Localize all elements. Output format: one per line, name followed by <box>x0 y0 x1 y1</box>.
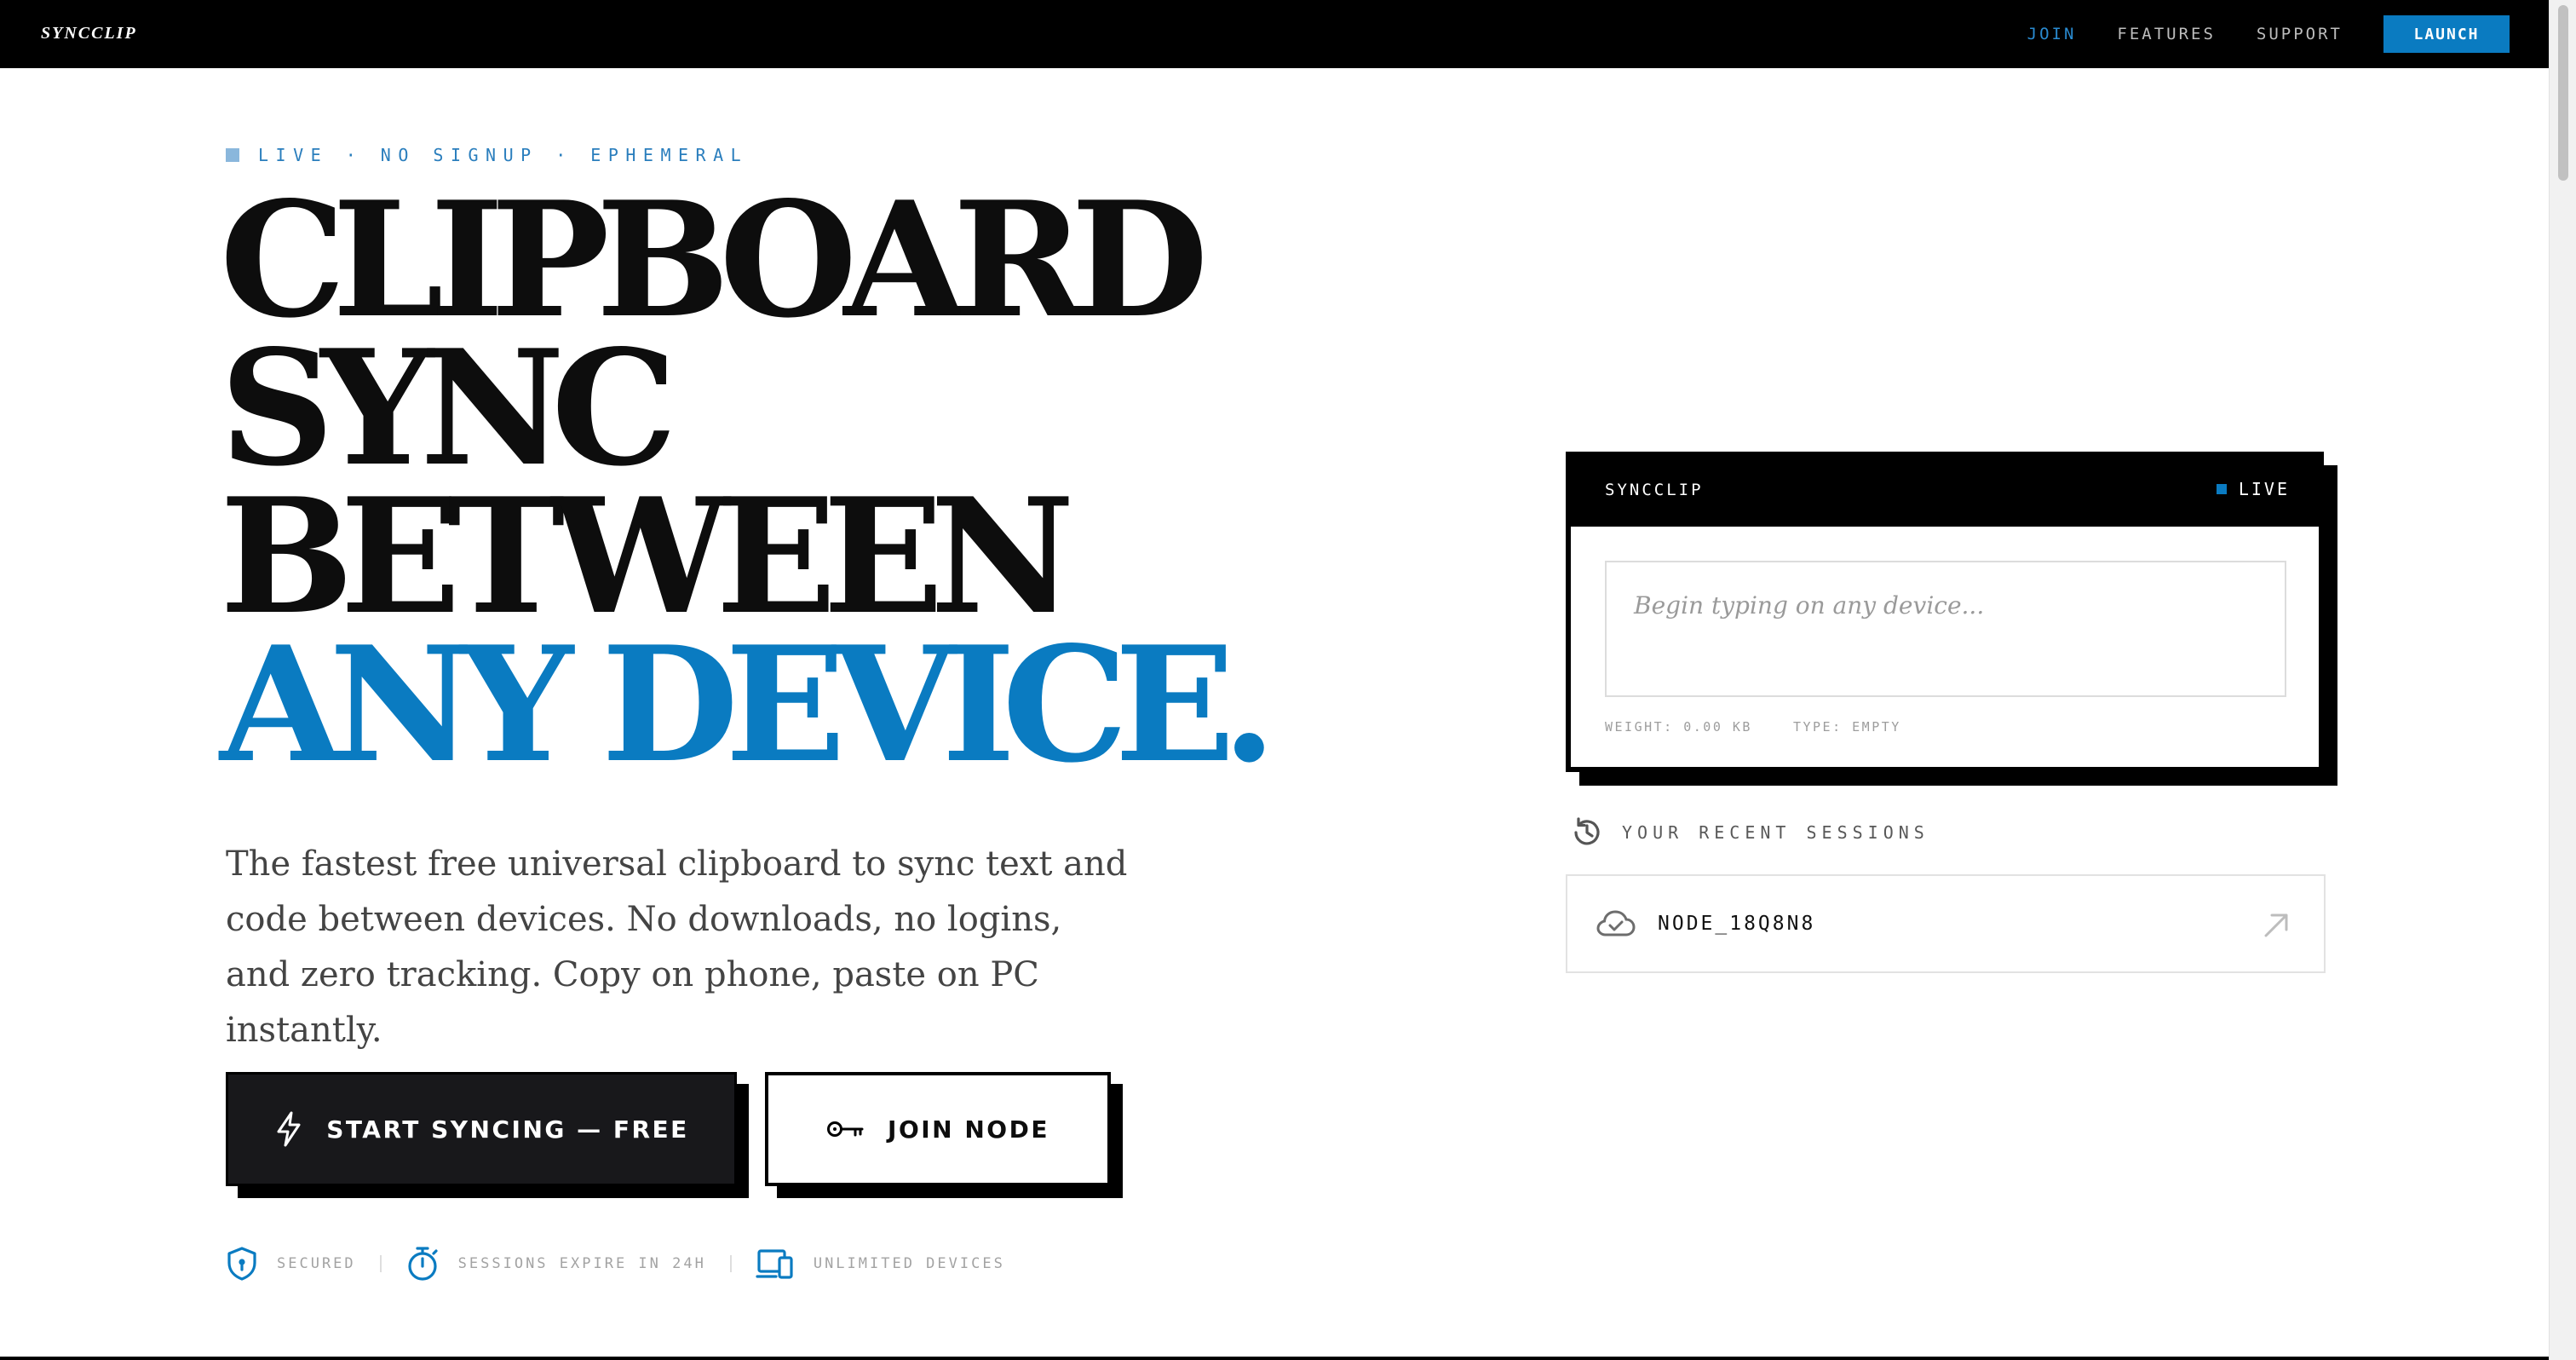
nav-link-join[interactable]: JOIN <box>2027 25 2077 43</box>
lightning-icon <box>277 1111 301 1147</box>
badge-sessions-expire: SESSIONS EXPIRE IN 24H <box>405 1245 706 1282</box>
recent-sessions-header: YOUR RECENT SESSIONS <box>1569 814 1929 851</box>
clipboard-weight: WEIGHT: 0.00 KB <box>1605 719 1752 735</box>
session-name: NODE_18Q8N8 <box>1658 913 1816 935</box>
widget-title: SYNCCLIP <box>1605 481 1704 499</box>
scrollbar-track[interactable] <box>2549 0 2576 1360</box>
clipboard-type: TYPE: EMPTY <box>1792 719 1901 735</box>
hero-description: The fastest free universal clipboard to … <box>226 844 1128 1050</box>
session-item[interactable]: NODE_18Q8N8 <box>1566 874 2326 973</box>
history-icon <box>1574 817 1600 845</box>
badge-secured: SECURED <box>226 1246 356 1282</box>
badge-divider <box>729 1255 732 1272</box>
join-node-label: JOIN NODE <box>888 1115 1049 1144</box>
live-indicator-icon <box>2216 484 2227 494</box>
scrollbar-thumb[interactable] <box>2558 5 2568 181</box>
headline-line-4-accent: ANY DEVICE. <box>220 611 1277 798</box>
recent-sessions-title: YOUR RECENT SESSIONS <box>1622 822 1929 843</box>
clipboard-widget-header: SYNCCLIP LIVE <box>1571 457 2319 527</box>
top-nav: SYNCCLIP JOIN FEATURES SUPPORT LAUNCH <box>0 0 2549 68</box>
key-icon <box>827 1121 864 1137</box>
badge-divider <box>379 1255 382 1272</box>
badge-unlimited-devices: UNLIMITED DEVICES <box>756 1247 1005 1281</box>
launch-button[interactable]: LAUNCH <box>2383 15 2510 53</box>
badge-secured-label: SECURED <box>277 1255 356 1272</box>
live-status: LIVE <box>2216 479 2290 499</box>
nav-link-features[interactable]: FEATURES <box>2117 25 2216 43</box>
nav-link-support[interactable]: SUPPORT <box>2257 25 2343 43</box>
clipboard-widget: SYNCCLIP LIVE WEIGHT: 0.00 KB TYPE: EMPT… <box>1566 452 2324 772</box>
tagline-square-icon <box>226 148 239 162</box>
badge-unlimited-devices-label: UNLIMITED DEVICES <box>813 1255 1005 1272</box>
cloud-check-icon <box>1596 910 1636 936</box>
hero-headline: CLIPBOARD SYNC BETWEEN ANY DEVICE. <box>220 166 1277 798</box>
brand-logo[interactable]: SYNCCLIP <box>41 20 137 46</box>
hero-tagline: LIVE · NO SIGNUP · EPHEMERAL <box>226 145 748 165</box>
stopwatch-icon <box>408 1247 438 1281</box>
start-syncing-label: START SYNCING — FREE <box>326 1115 689 1144</box>
nav-links: JOIN FEATURES SUPPORT LAUNCH <box>1987 15 2549 53</box>
clipboard-text-input[interactable] <box>1605 561 2286 697</box>
live-status-label: LIVE <box>2238 479 2290 499</box>
clipboard-meta: WEIGHT: 0.00 KB TYPE: EMPTY <box>1605 719 1901 735</box>
section-divider <box>0 1357 2549 1360</box>
start-syncing-button[interactable]: START SYNCING — FREE <box>226 1072 737 1186</box>
headline-line-2: SYNC <box>220 314 677 501</box>
arrow-up-right-icon[interactable] <box>2263 912 2290 939</box>
badge-sessions-expire-label: SESSIONS EXPIRE IN 24H <box>457 1255 706 1272</box>
headline-line-1: CLIPBOARD <box>220 166 1209 353</box>
devices-icon <box>756 1249 793 1279</box>
headline-line-3: BETWEEN <box>220 463 1075 649</box>
join-node-button[interactable]: JOIN NODE <box>765 1072 1111 1186</box>
tagline-text: LIVE · NO SIGNUP · EPHEMERAL <box>258 145 749 165</box>
trust-badges: SECURED SESSIONS EXPIRE IN 24H UNLIMITED… <box>226 1244 1005 1283</box>
shield-icon <box>227 1247 256 1281</box>
